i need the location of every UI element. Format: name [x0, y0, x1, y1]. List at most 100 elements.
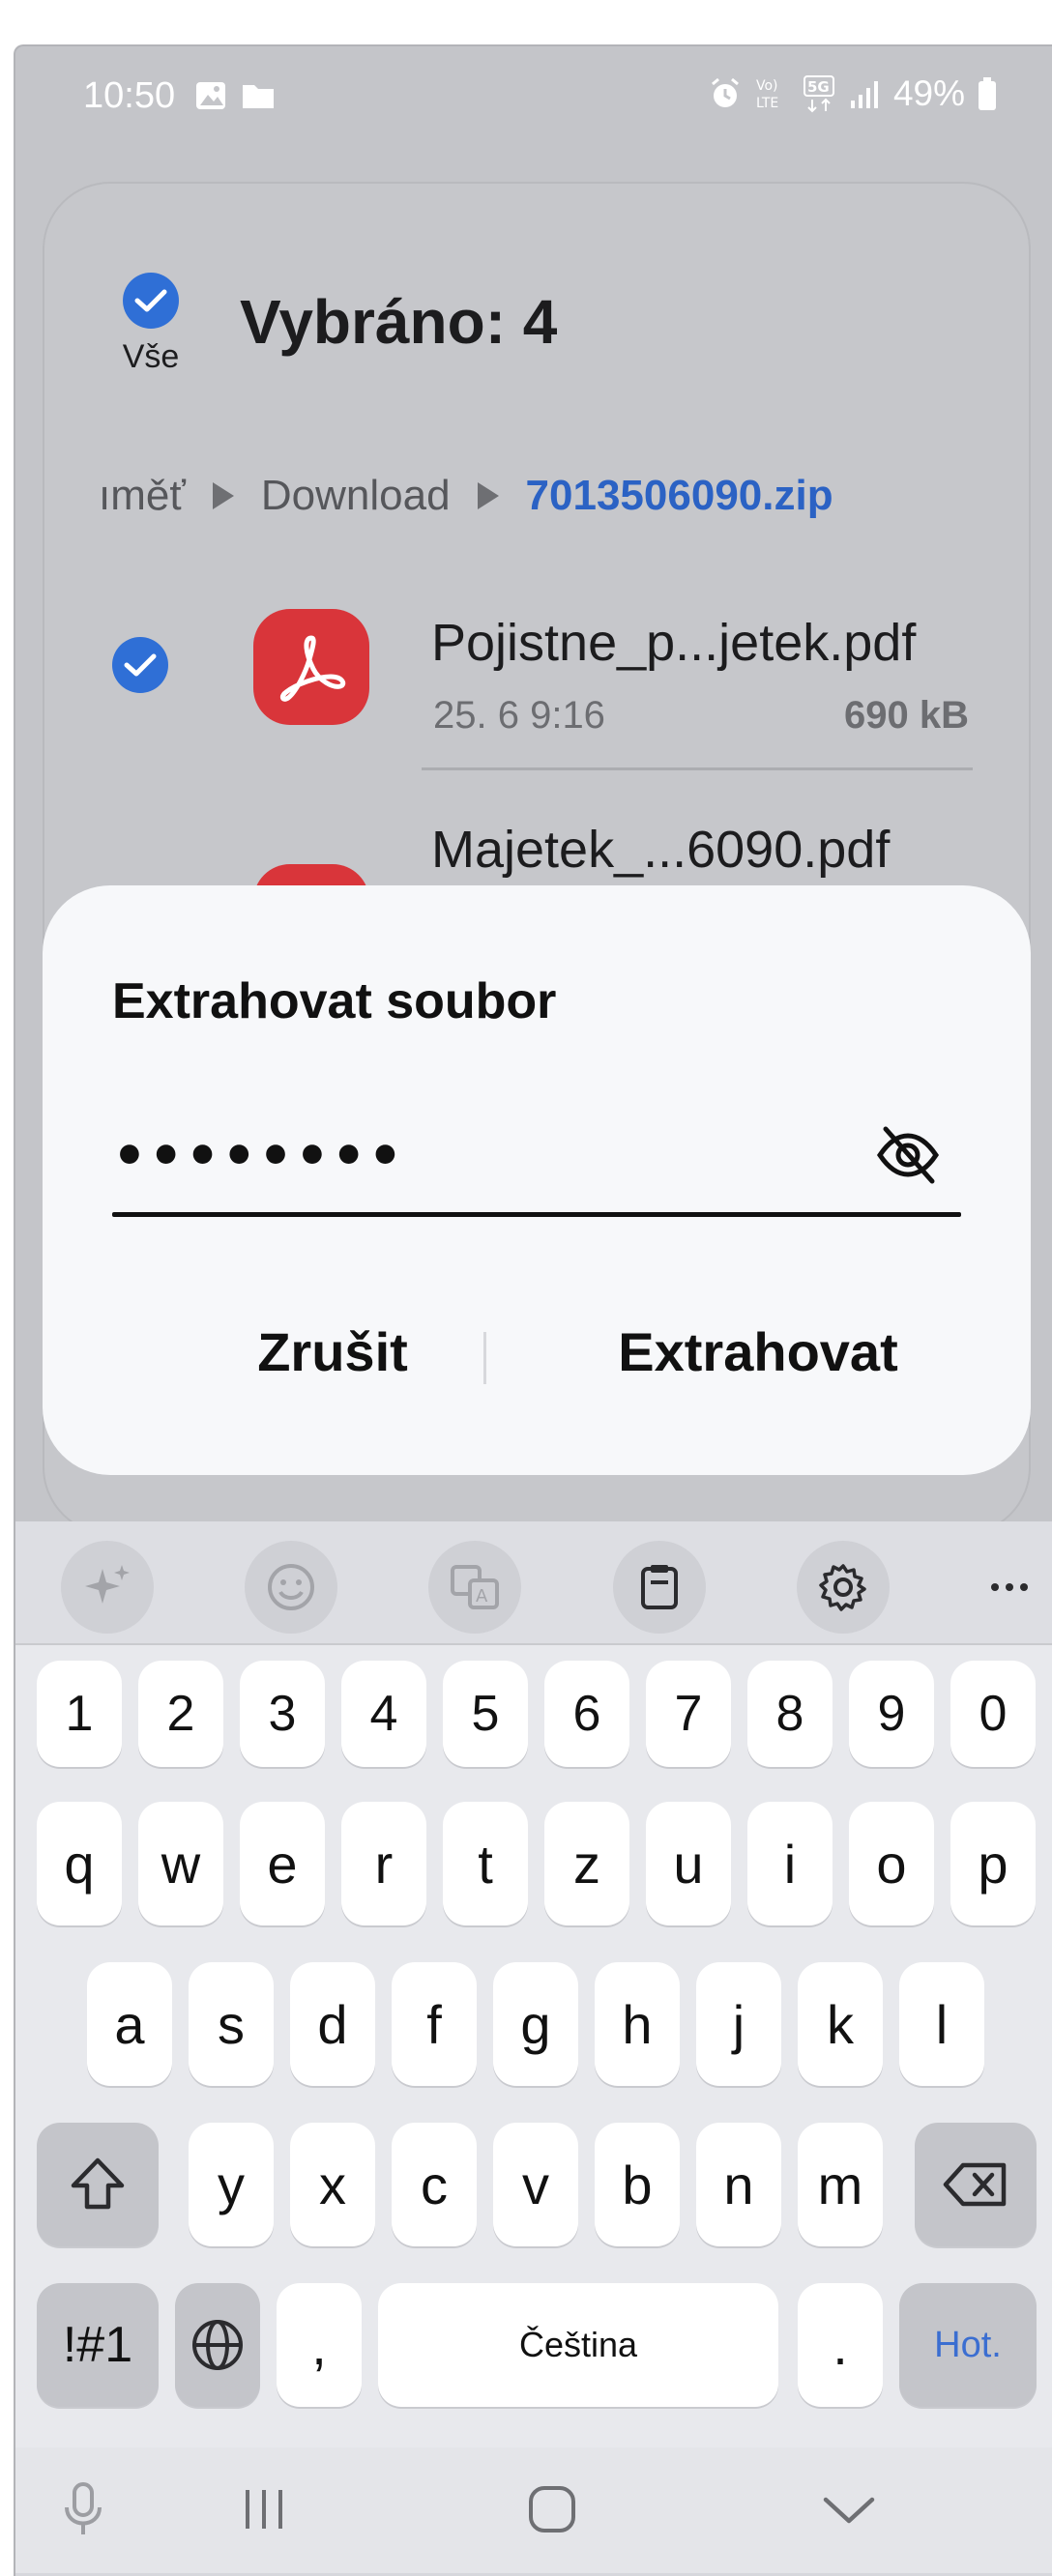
key-v[interactable]: v [493, 2123, 578, 2246]
breadcrumb-item-download[interactable]: Download [261, 472, 451, 520]
svg-text:LTE: LTE [756, 96, 778, 111]
battery-percent: 49% [892, 73, 965, 113]
keyboard-toolbar: A [15, 1521, 1052, 1645]
key-a[interactable]: a [87, 1962, 172, 2086]
key-z[interactable]: z [544, 1802, 629, 1925]
file-name: Pojistne_p...jetek.pdf [431, 614, 917, 672]
symbols-key[interactable]: !#1 [37, 2283, 159, 2407]
key-o[interactable]: o [849, 1802, 934, 1925]
key-b[interactable]: b [595, 2123, 680, 2246]
status-time: 10:50 [83, 75, 176, 116]
key-j[interactable]: j [696, 1962, 781, 2086]
breadcrumb: ıměť Download 7013506090.zip [99, 472, 833, 520]
folder-icon [243, 85, 274, 108]
key-c[interactable]: c [392, 2123, 477, 2246]
svg-text:Vo): Vo) [756, 78, 778, 94]
extract-button[interactable]: Extrahovat [565, 1320, 951, 1383]
extract-dialog: Extrahovat soubor Zrušit Extrahovat [43, 885, 1031, 1475]
key-5[interactable]: 5 [443, 1661, 528, 1767]
button-divider [483, 1332, 486, 1384]
recent-apps-icon[interactable] [225, 2471, 303, 2548]
space-key-label: Čeština [518, 2325, 638, 2364]
clipboard-icon[interactable] [613, 1541, 706, 1634]
breadcrumb-item-current[interactable]: 7013506090.zip [526, 472, 833, 520]
dialog-title: Extrahovat soubor [112, 973, 557, 1029]
key-n[interactable]: n [696, 2123, 781, 2246]
key-u[interactable]: u [646, 1802, 731, 1925]
alarm-icon [711, 77, 739, 107]
space-key[interactable]: Čeština [378, 2283, 778, 2407]
key-t[interactable]: t [443, 1802, 528, 1925]
key-8[interactable]: 8 [747, 1661, 833, 1767]
key-9[interactable]: 9 [849, 1661, 934, 1767]
key-l[interactable]: l [899, 1962, 984, 2086]
done-key-label: Hot. [934, 2324, 1002, 2365]
key-1[interactable]: 1 [37, 1661, 122, 1767]
settings-gear-icon[interactable] [797, 1541, 890, 1634]
keyboard: A 1 2 3 4 5 6 7 8 9 0 q w e r t z u i o … [15, 1521, 1052, 2576]
key-x[interactable]: x [290, 2123, 375, 2246]
navigation-bar [15, 2447, 1052, 2573]
key-w[interactable]: w [138, 1802, 223, 1925]
chevron-right-icon [477, 482, 499, 509]
chevron-right-icon [212, 482, 234, 509]
key-d[interactable]: d [290, 1962, 375, 2086]
file-size: 690 kB [844, 694, 969, 737]
key-s[interactable]: s [189, 1962, 274, 2086]
svg-text:5G: 5G [807, 78, 830, 96]
password-underline [112, 1212, 961, 1217]
status-notification-icons [194, 79, 276, 112]
done-key[interactable]: Hot. [899, 2283, 1037, 2407]
language-key[interactable] [175, 2283, 260, 2407]
file-name: Majetek_...6090.pdf [431, 821, 891, 879]
select-all-checkbox[interactable]: Vše [112, 273, 190, 376]
key-m[interactable]: m [798, 2123, 883, 2246]
shift-key[interactable] [37, 2123, 159, 2246]
checked-icon[interactable] [112, 637, 168, 693]
backspace-key[interactable] [915, 2123, 1037, 2246]
key-r[interactable]: r [341, 1802, 426, 1925]
volte-icon: Vo) LTE [756, 78, 778, 111]
status-right-icons: Vo) LTE 5G 49% [708, 73, 998, 114]
microphone-icon[interactable] [44, 2471, 122, 2548]
5g-icon: 5G [803, 75, 834, 113]
ai-sparkle-icon[interactable] [61, 1541, 154, 1634]
signal-icon [850, 81, 878, 108]
key-p[interactable]: p [950, 1802, 1036, 1925]
key-f[interactable]: f [392, 1962, 477, 2086]
key-i[interactable]: i [747, 1802, 833, 1925]
key-k[interactable]: k [798, 1962, 883, 2086]
gallery-icon [196, 82, 225, 109]
period-key[interactable]: . [798, 2283, 883, 2407]
key-4[interactable]: 4 [341, 1661, 426, 1767]
svg-text:A: A [476, 1586, 488, 1606]
key-y[interactable]: y [189, 2123, 274, 2246]
key-e[interactable]: e [240, 1802, 325, 1925]
select-all-label: Vše [122, 338, 180, 375]
hide-keyboard-chevron-down-icon[interactable] [810, 2471, 888, 2548]
key-6[interactable]: 6 [544, 1661, 629, 1767]
checked-icon [123, 273, 179, 329]
translate-icon[interactable]: A [428, 1541, 521, 1634]
home-icon[interactable] [513, 2471, 591, 2548]
key-7[interactable]: 7 [646, 1661, 731, 1767]
comma-key[interactable]: , [277, 2283, 362, 2407]
key-2[interactable]: 2 [138, 1661, 223, 1767]
file-date: 25. 6 9:16 [433, 694, 605, 737]
more-options-icon[interactable] [963, 1541, 1052, 1634]
phone-screen: 10:50 Vo) LTE 5G 49% Vše Vybráno: 4 ıměť … [14, 44, 1052, 2576]
emoji-icon[interactable] [245, 1541, 337, 1634]
status-bar: 10:50 Vo) LTE 5G 49% [15, 46, 1052, 162]
cancel-button[interactable]: Zrušit [188, 1320, 478, 1383]
key-0[interactable]: 0 [950, 1661, 1036, 1767]
key-g[interactable]: g [493, 1962, 578, 2086]
key-q[interactable]: q [37, 1802, 122, 1925]
key-h[interactable]: h [595, 1962, 680, 2086]
backspace-icon [943, 2162, 1007, 2207]
password-input[interactable] [112, 1117, 953, 1195]
pdf-file-icon [253, 609, 369, 725]
breadcrumb-item-storage[interactable]: ıměť [99, 472, 186, 520]
list-divider [422, 767, 973, 770]
hide-password-icon[interactable] [874, 1121, 942, 1189]
key-3[interactable]: 3 [240, 1661, 325, 1767]
